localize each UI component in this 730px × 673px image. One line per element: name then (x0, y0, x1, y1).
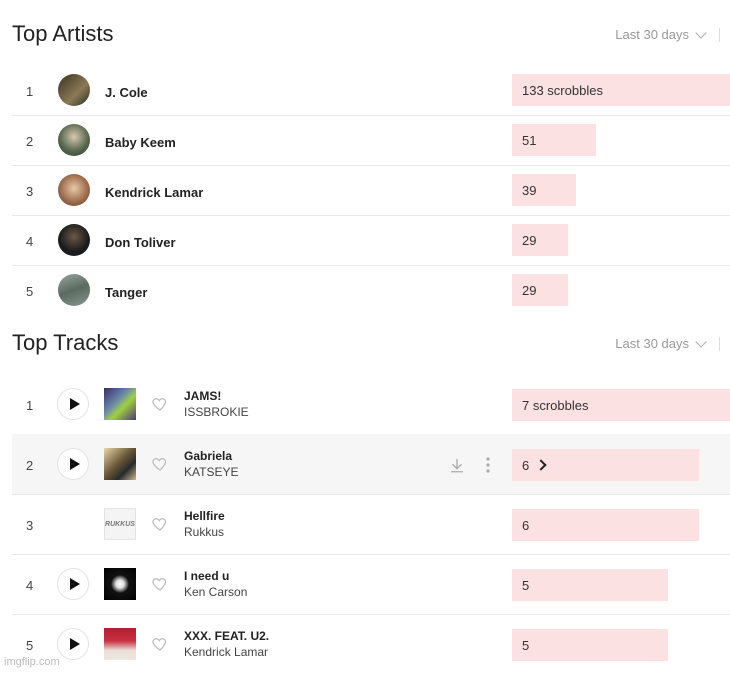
artist-row[interactable]: 4 Don Toliver 29 (12, 215, 730, 266)
scrobble-bar[interactable]: 6 (512, 509, 699, 541)
chevron-down-icon (695, 335, 707, 348)
track-rank: 3 (26, 518, 34, 533)
scrobble-count: 29 (522, 232, 537, 248)
scrobble-bar[interactable]: 5 (512, 629, 668, 661)
track-artist[interactable]: KATSEYE (184, 465, 238, 479)
scrobble-count: 133 scrobbles (522, 82, 603, 98)
album-cover[interactable] (104, 568, 136, 600)
track-rank: 2 (26, 458, 34, 473)
heart-icon[interactable] (151, 515, 169, 533)
scrobble-count: 5 (522, 577, 530, 593)
track-artist[interactable]: Ken Carson (184, 585, 247, 599)
track-artist[interactable]: Rukkus (184, 525, 224, 539)
heart-icon[interactable] (151, 575, 169, 593)
track-row[interactable]: 3 RUKKUS Hellfire Rukkus 6 (12, 494, 730, 555)
track-artist[interactable]: ISSBROKIE (184, 405, 249, 419)
scrobble-count: 6 (522, 517, 530, 533)
scrobble-bar[interactable]: 6 (512, 449, 699, 481)
tracks-range-select[interactable]: Last 30 days (615, 335, 720, 351)
heart-icon[interactable] (151, 455, 169, 473)
artist-avatar[interactable] (58, 274, 90, 306)
artists-range-select[interactable]: Last 30 days (615, 26, 720, 42)
artist-name[interactable]: Kendrick Lamar (105, 185, 203, 200)
play-icon[interactable] (57, 448, 89, 480)
track-rank: 1 (26, 398, 34, 413)
scrobble-bar[interactable]: 39 (512, 174, 576, 206)
artist-avatar[interactable] (58, 124, 90, 156)
album-cover[interactable] (104, 448, 136, 480)
scrobble-count: 5 (522, 637, 530, 653)
artist-rank: 5 (26, 284, 34, 299)
play-icon[interactable] (57, 568, 89, 600)
scrobble-count: 6 (522, 457, 530, 473)
scrobble-count: 29 (522, 282, 537, 298)
artist-row[interactable]: 3 Kendrick Lamar 39 (12, 165, 730, 216)
artist-name[interactable]: Baby Keem (105, 135, 176, 150)
heart-icon[interactable] (151, 635, 169, 653)
track-row[interactable]: 2 Gabriela KATSEYE 6 (12, 434, 730, 495)
range-label: Last 30 days (615, 27, 689, 42)
track-name[interactable]: Hellfire (184, 509, 225, 523)
top-tracks-title: Top Tracks (12, 330, 119, 355)
more-icon[interactable] (485, 456, 491, 474)
album-cover[interactable]: RUKKUS (104, 508, 136, 540)
scrobble-bar[interactable]: 29 (512, 274, 568, 306)
divider (719, 336, 720, 351)
track-name[interactable]: Gabriela (184, 449, 232, 463)
artist-name[interactable]: J. Cole (105, 85, 148, 100)
track-name[interactable]: I need u (184, 569, 229, 583)
play-icon[interactable] (57, 388, 89, 420)
artist-avatar[interactable] (58, 224, 90, 256)
album-cover[interactable] (104, 628, 136, 660)
scrobble-bar[interactable]: 133 scrobbles (512, 74, 730, 106)
scrobble-count: 39 (522, 182, 537, 198)
chevron-right-icon (535, 459, 547, 471)
range-label: Last 30 days (615, 336, 689, 351)
scrobble-bar[interactable]: 29 (512, 224, 568, 256)
artist-name[interactable]: Don Toliver (105, 235, 176, 250)
artist-row[interactable]: 2 Baby Keem 51 (12, 115, 730, 166)
track-name[interactable]: XXX. FEAT. U2. (184, 629, 269, 643)
track-rank: 5 (26, 638, 34, 653)
artist-rank: 1 (26, 84, 34, 99)
divider (719, 27, 720, 42)
album-cover[interactable] (104, 388, 136, 420)
scrobble-bar[interactable]: 7 scrobbles (512, 389, 730, 421)
cover-logo: RUKKUS (105, 520, 135, 528)
play-icon[interactable] (57, 628, 89, 660)
artist-avatar[interactable] (58, 174, 90, 206)
track-rank: 4 (26, 578, 34, 593)
chevron-down-icon (695, 26, 707, 39)
track-row[interactable]: 5 XXX. FEAT. U2. Kendrick Lamar 5 (12, 614, 730, 672)
artist-row[interactable]: 5 Tanger 29 (12, 265, 730, 315)
scrobble-bar[interactable]: 51 (512, 124, 596, 156)
track-row[interactable]: 1 JAMS! ISSBROKIE 7 scrobbles (12, 374, 730, 435)
artist-rank: 4 (26, 234, 34, 249)
artist-name[interactable]: Tanger (105, 285, 147, 300)
track-name[interactable]: JAMS! (184, 389, 221, 403)
scrobble-bar[interactable]: 5 (512, 569, 668, 601)
top-artists-title: Top Artists (12, 21, 114, 46)
artist-rank: 3 (26, 184, 34, 199)
download-icon[interactable] (448, 456, 466, 474)
artist-row[interactable]: 1 J. Cole 133 scrobbles (12, 65, 730, 116)
track-artist[interactable]: Kendrick Lamar (184, 645, 268, 659)
artist-avatar[interactable] (58, 74, 90, 106)
watermark: imgflip.com (4, 656, 60, 668)
heart-icon[interactable] (151, 395, 169, 413)
scrobble-count: 51 (522, 132, 537, 148)
scrobble-count: 7 scrobbles (522, 397, 589, 413)
artist-rank: 2 (26, 134, 34, 149)
track-row[interactable]: 4 I need u Ken Carson 5 (12, 554, 730, 615)
